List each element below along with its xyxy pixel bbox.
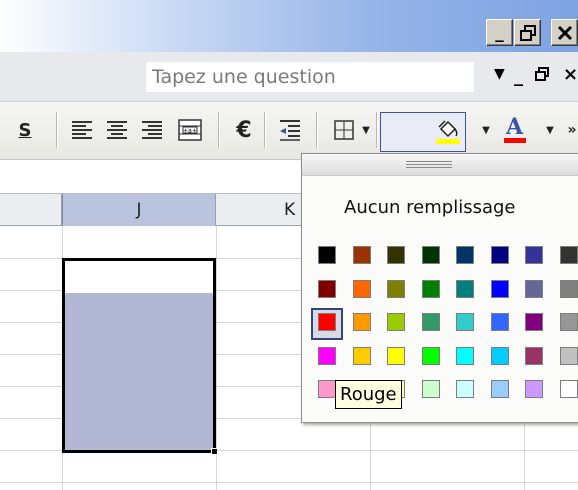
align-center-icon (106, 121, 128, 139)
font-color-dropdown-icon[interactable]: ▼ (544, 116, 556, 144)
question-input[interactable]: Tapez une question (145, 61, 475, 93)
toolbar-separator (264, 112, 265, 148)
color-swatch[interactable] (352, 279, 371, 298)
font-color-button[interactable]: A (502, 114, 528, 144)
fill-color-icon (436, 120, 460, 144)
color-swatch[interactable] (456, 346, 474, 365)
restore-button[interactable] (514, 19, 541, 46)
color-swatch[interactable] (490, 380, 509, 398)
color-swatch[interactable] (421, 313, 440, 331)
selected-range-highlight (65, 293, 213, 450)
fill-color-dropdown-icon[interactable]: ▼ (480, 116, 492, 144)
color-swatch[interactable] (490, 246, 509, 264)
question-dropdown-icon[interactable]: ▼ (494, 66, 505, 82)
doc-restore-button[interactable] (535, 65, 549, 86)
color-swatch[interactable] (525, 279, 543, 298)
column-header-k-label: K (284, 200, 296, 220)
restore-icon (519, 24, 536, 41)
no-fill-option[interactable]: Aucun remplissage (344, 197, 515, 218)
color-swatch[interactable] (525, 346, 543, 365)
color-swatch[interactable] (559, 279, 578, 298)
color-tooltip: Rouge (335, 380, 402, 409)
color-swatch[interactable] (387, 279, 405, 298)
color-swatch[interactable] (318, 380, 336, 398)
align-left-icon (72, 121, 94, 139)
close-icon (557, 25, 572, 40)
color-swatch[interactable] (421, 346, 440, 365)
toolbar-overflow-icon[interactable]: » (566, 116, 578, 144)
decrease-indent-icon (280, 120, 300, 141)
menu-bar: Tapez une question ▼ _ × (0, 52, 578, 102)
svg-text:+a+: +a+ (183, 128, 197, 135)
color-swatch[interactable] (387, 246, 405, 264)
toolbar-separator (218, 112, 219, 148)
color-swatch[interactable] (318, 279, 336, 298)
color-swatch[interactable] (525, 246, 543, 264)
toolbar-separator (316, 112, 317, 148)
font-color-underline (504, 138, 526, 143)
cell-selection[interactable] (62, 258, 216, 453)
minimize-button[interactable]: _ (486, 19, 513, 46)
align-right-button[interactable] (138, 116, 164, 144)
color-swatch[interactable] (352, 313, 371, 331)
borders-icon (334, 120, 354, 140)
fill-handle[interactable] (211, 448, 218, 455)
toolbar-separator (56, 112, 57, 148)
color-swatch[interactable] (352, 246, 371, 264)
shadow-button[interactable]: S (14, 116, 36, 144)
color-swatch[interactable] (456, 313, 474, 331)
formatting-toolbar: S +a+ € ▼ ▼ A ▼ » (0, 102, 578, 160)
color-swatch[interactable] (490, 346, 509, 365)
color-swatch[interactable] (559, 380, 578, 398)
color-swatch[interactable] (318, 246, 336, 264)
color-swatch[interactable] (559, 246, 578, 264)
close-button[interactable] (551, 19, 578, 46)
color-swatch[interactable] (559, 313, 578, 331)
color-swatch[interactable] (490, 313, 509, 331)
align-center-button[interactable] (104, 116, 130, 144)
color-swatch[interactable] (525, 380, 543, 398)
color-swatch[interactable] (421, 380, 440, 398)
doc-close-button[interactable]: × (563, 64, 578, 85)
palette-drag-handle[interactable] (302, 154, 578, 176)
euro-button[interactable]: € (230, 116, 258, 144)
color-swatch[interactable] (318, 346, 336, 365)
title-bar: _ (0, 0, 578, 52)
font-color-letter: A (506, 114, 524, 140)
color-swatch[interactable] (456, 279, 474, 298)
fill-color-button[interactable] (380, 112, 466, 152)
color-swatch[interactable] (421, 246, 440, 264)
toolbar-separator (376, 112, 377, 148)
color-swatch[interactable] (318, 313, 336, 331)
color-swatch[interactable] (456, 246, 474, 264)
borders-button[interactable] (330, 116, 358, 144)
color-swatch[interactable] (387, 346, 405, 365)
decrease-indent-button[interactable] (276, 116, 304, 144)
align-right-icon (140, 121, 162, 139)
color-swatch[interactable] (525, 313, 543, 331)
merge-center-icon: +a+ (178, 119, 202, 141)
borders-dropdown-icon[interactable]: ▼ (360, 116, 372, 144)
color-swatch[interactable] (387, 313, 405, 331)
color-swatch[interactable] (421, 279, 440, 298)
color-swatch[interactable] (490, 279, 509, 298)
merge-center-button[interactable]: +a+ (176, 116, 204, 144)
column-header-j[interactable]: J (62, 194, 216, 226)
restore-icon (535, 67, 549, 81)
grid-line (0, 482, 578, 483)
fill-color-underline (436, 139, 460, 144)
color-swatch[interactable] (559, 346, 578, 365)
doc-minimize-button[interactable]: _ (514, 66, 523, 87)
align-left-button[interactable] (70, 116, 96, 144)
color-swatch[interactable] (456, 380, 474, 398)
column-header-i[interactable] (0, 194, 62, 226)
color-swatch[interactable] (352, 346, 371, 365)
